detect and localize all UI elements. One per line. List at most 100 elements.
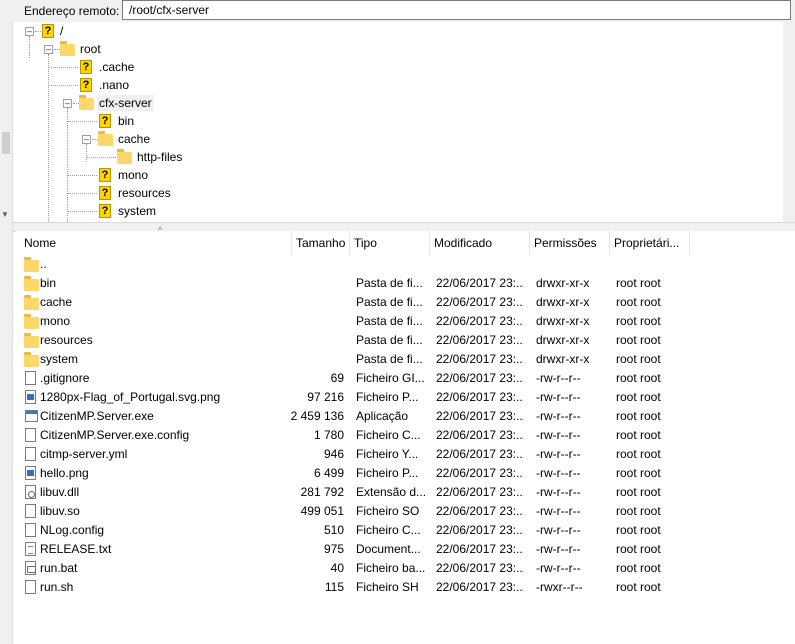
question-icon: ? xyxy=(99,168,111,182)
column-header-size[interactable]: Tamanho xyxy=(292,231,350,255)
file-owner: root root xyxy=(616,523,661,537)
file-owner: root root xyxy=(616,371,661,385)
scrollbar-thumb[interactable] xyxy=(2,132,10,154)
table-row[interactable]: libuv.so 499 051 Ficheiro SO 22/06/2017 … xyxy=(16,502,776,521)
file-name: .gitignore xyxy=(40,371,90,385)
tree-scrollbar[interactable] xyxy=(783,22,795,222)
table-row[interactable]: run.bat 40 Ficheiro ba... 22/06/2017 23:… xyxy=(16,559,776,578)
table-row[interactable]: NLog.config 510 Ficheiro C... 22/06/2017… xyxy=(16,521,776,540)
column-header-modified[interactable]: Modificado xyxy=(430,231,530,255)
file-modified: 22/06/2017 23:... xyxy=(436,542,524,556)
file-size: 2 459 136 xyxy=(290,409,344,423)
file-size: 97 216 xyxy=(307,390,344,404)
file-name: libuv.dll xyxy=(40,485,80,499)
file-name: RELEASE.txt xyxy=(40,542,112,556)
file-permissions: -rw-r--r-- xyxy=(536,390,581,404)
column-header-owner[interactable]: Proprietári... xyxy=(610,231,690,255)
dll-file-icon xyxy=(25,485,36,499)
collapse-icon[interactable]: – xyxy=(82,135,91,144)
tree-node-bin[interactable]: ? bin xyxy=(13,112,213,130)
table-row[interactable]: cache Pasta de fi... 22/06/2017 23:... d… xyxy=(16,293,776,312)
file-owner: root root xyxy=(616,409,661,423)
collapse-icon[interactable]: – xyxy=(25,27,34,36)
tree-node-nano[interactable]: ? .nano xyxy=(13,76,213,94)
table-row[interactable]: RELEASE.txt 975 Document... 22/06/2017 2… xyxy=(16,540,776,559)
file-modified: 22/06/2017 23:... xyxy=(436,523,524,537)
left-pane-scrollbar[interactable]: ▼ xyxy=(0,22,13,644)
file-name: CitizenMP.Server.exe xyxy=(40,409,154,423)
tree-node-system[interactable]: ? system xyxy=(13,202,213,220)
file-name: 1280px-Flag_of_Portugal.svg.png xyxy=(40,390,221,404)
tree-node-label: .nano xyxy=(99,78,130,92)
file-permissions: drwxr-xr-x xyxy=(536,276,590,290)
file-modified: 22/06/2017 23:... xyxy=(436,314,524,328)
file-type: Pasta de fi... xyxy=(356,276,423,290)
tree-node-label: mono xyxy=(118,168,149,182)
table-row[interactable]: .. xyxy=(16,255,776,274)
tree-node-cache[interactable]: – cache xyxy=(13,130,213,148)
file-type: Pasta de fi... xyxy=(356,352,423,366)
file-type: Document... xyxy=(356,542,421,556)
file-type: Ficheiro GI... xyxy=(356,371,425,385)
folder-icon xyxy=(60,41,75,56)
tree-node-root[interactable]: – root xyxy=(13,40,213,58)
table-row[interactable]: CitizenMP.Server.exe.config 1 780 Fichei… xyxy=(16,426,776,445)
tree-node-label: system xyxy=(118,204,157,218)
column-header-name[interactable]: Nome xyxy=(20,231,292,255)
question-icon: ? xyxy=(99,186,111,200)
column-header-permissions[interactable]: Permissões xyxy=(530,231,610,255)
column-header-type[interactable]: Tipo xyxy=(350,231,430,255)
question-icon: ? xyxy=(99,204,111,218)
collapse-icon[interactable]: – xyxy=(44,45,53,54)
file-permissions: -rw-r--r-- xyxy=(536,561,581,575)
file-owner: root root xyxy=(616,466,661,480)
collapse-icon[interactable]: – xyxy=(63,99,72,108)
file-owner: root root xyxy=(616,561,661,575)
file-type: Pasta de fi... xyxy=(356,295,423,309)
tree-node-label: .cache xyxy=(99,60,135,74)
tree-node-label: http-files xyxy=(137,150,183,164)
batch-file-icon xyxy=(25,561,36,575)
file-name: mono xyxy=(40,314,71,328)
file-permissions: drwxr-xr-x xyxy=(536,295,590,309)
file-size: 510 xyxy=(323,523,344,537)
file-permissions: -rw-r--r-- xyxy=(536,542,581,556)
file-owner: root root xyxy=(616,276,661,290)
table-row[interactable]: run.sh 115 Ficheiro SH 22/06/2017 23:...… xyxy=(16,578,776,597)
tree-node-resources[interactable]: ? resources xyxy=(13,184,213,202)
file-owner: root root xyxy=(616,447,661,461)
tree-node-cache-hidden[interactable]: ? .cache xyxy=(13,58,213,76)
scroll-down-arrow-icon[interactable]: ▼ xyxy=(1,210,9,219)
table-row[interactable]: libuv.dll 281 792 Extensão d... 22/06/20… xyxy=(16,483,776,502)
file-name: resources xyxy=(40,333,93,347)
tree-node-mono[interactable]: ? mono xyxy=(13,166,213,184)
table-row[interactable]: hello.png 6 499 Ficheiro P... 22/06/2017… xyxy=(16,464,776,483)
file-name: citmp-server.yml xyxy=(40,447,128,461)
question-icon: ? xyxy=(99,114,111,128)
table-row[interactable]: 1280px-Flag_of_Portugal.svg.png 97 216 F… xyxy=(16,388,776,407)
file-size: 40 xyxy=(330,561,344,575)
tree-node-root-slash[interactable]: – ? / xyxy=(13,22,213,40)
table-row[interactable]: resources Pasta de fi... 22/06/2017 23:.… xyxy=(16,331,776,350)
question-icon: ? xyxy=(80,60,92,74)
remote-address-input[interactable] xyxy=(122,0,791,20)
table-row[interactable]: citmp-server.yml 946 Ficheiro Y... 22/06… xyxy=(16,445,776,464)
folder-icon xyxy=(24,333,39,348)
folder-icon xyxy=(24,276,39,291)
folder-icon xyxy=(24,314,39,329)
table-row[interactable]: .gitignore 69 Ficheiro GI... 22/06/2017 … xyxy=(16,369,776,388)
tree-node-http-files[interactable]: http-files xyxy=(13,148,213,166)
file-permissions: -rw-r--r-- xyxy=(536,466,581,480)
table-row[interactable]: bin Pasta de fi... 22/06/2017 23:... drw… xyxy=(16,274,776,293)
text-file-icon xyxy=(25,542,36,556)
file-permissions: -rw-r--r-- xyxy=(536,447,581,461)
file-name: NLog.config xyxy=(40,523,105,537)
table-row[interactable]: system Pasta de fi... 22/06/2017 23:... … xyxy=(16,350,776,369)
tree-node-cfx-server[interactable]: – cfx-server xyxy=(13,94,213,112)
table-row[interactable]: CitizenMP.Server.exe 2 459 136 Aplicação… xyxy=(16,407,776,426)
file-modified: 22/06/2017 23:... xyxy=(436,504,524,518)
table-row[interactable]: mono Pasta de fi... 22/06/2017 23:... dr… xyxy=(16,312,776,331)
question-icon: ? xyxy=(80,78,92,92)
file-modified: 22/06/2017 23:... xyxy=(436,428,524,442)
file-modified: 22/06/2017 23:... xyxy=(436,333,524,347)
